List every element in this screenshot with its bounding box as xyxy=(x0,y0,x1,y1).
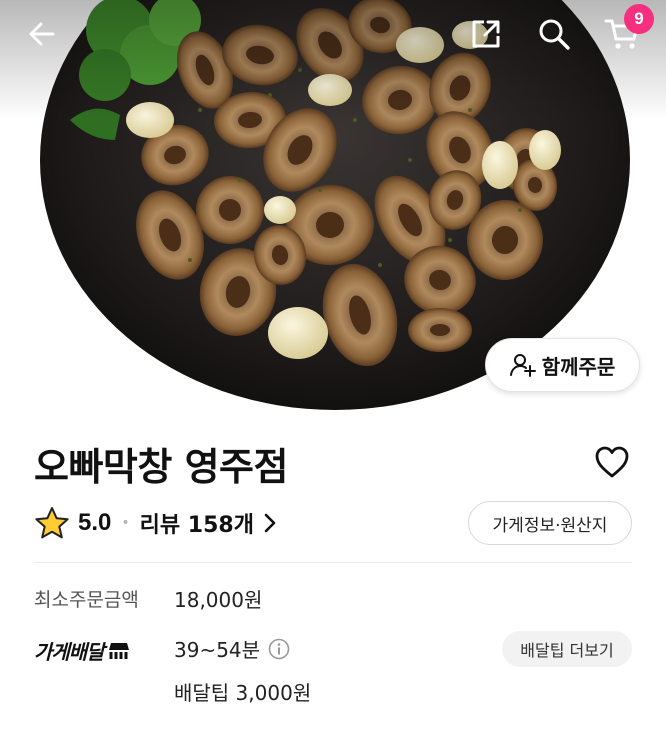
share-button[interactable] xyxy=(464,12,508,56)
delivery-tip-more-button[interactable]: 배달팁 더보기 xyxy=(502,631,632,667)
delivery-time: 39~54분 xyxy=(174,638,261,662)
favorite-button[interactable] xyxy=(590,440,634,484)
store-name: 오빠막창 영주점 xyxy=(34,445,288,489)
chevron-right-icon[interactable] xyxy=(264,513,276,533)
delivery-type-label: 가게배달 xyxy=(34,640,105,664)
person-add-icon xyxy=(509,354,536,377)
cart-count-badge: 9 xyxy=(624,4,654,34)
separator-dot: • xyxy=(121,515,130,531)
divider xyxy=(34,562,632,563)
star-icon xyxy=(35,507,69,539)
store-delivery-icon xyxy=(108,641,130,661)
min-order-value: 18,000원 xyxy=(174,588,263,612)
arrow-left-icon xyxy=(29,22,55,46)
delivery-type-logo: 가게배달 xyxy=(34,636,130,665)
rating-score: 5.0 xyxy=(78,509,112,536)
together-order-button[interactable]: 함께주문 xyxy=(485,338,640,392)
search-button[interactable] xyxy=(532,12,576,56)
delivery-tip: 배달팁 3,000원 xyxy=(174,681,312,705)
back-button[interactable] xyxy=(20,12,64,56)
share-icon xyxy=(472,20,500,48)
delivery-time-row: 39~54분 xyxy=(174,634,290,663)
rating-row: 5.0 • 리뷰 158개 xyxy=(34,503,276,543)
info-icon[interactable] xyxy=(268,638,290,660)
min-order-label: 최소주문금액 xyxy=(34,589,139,611)
review-count-link[interactable]: 리뷰 158개 xyxy=(140,507,254,539)
search-icon xyxy=(539,19,570,50)
top-bar: 9 xyxy=(0,0,666,70)
heart-outline-icon xyxy=(595,446,629,478)
together-order-label: 함께주문 xyxy=(541,354,616,379)
store-info-button[interactable]: 가게정보·원산지 xyxy=(468,501,632,545)
